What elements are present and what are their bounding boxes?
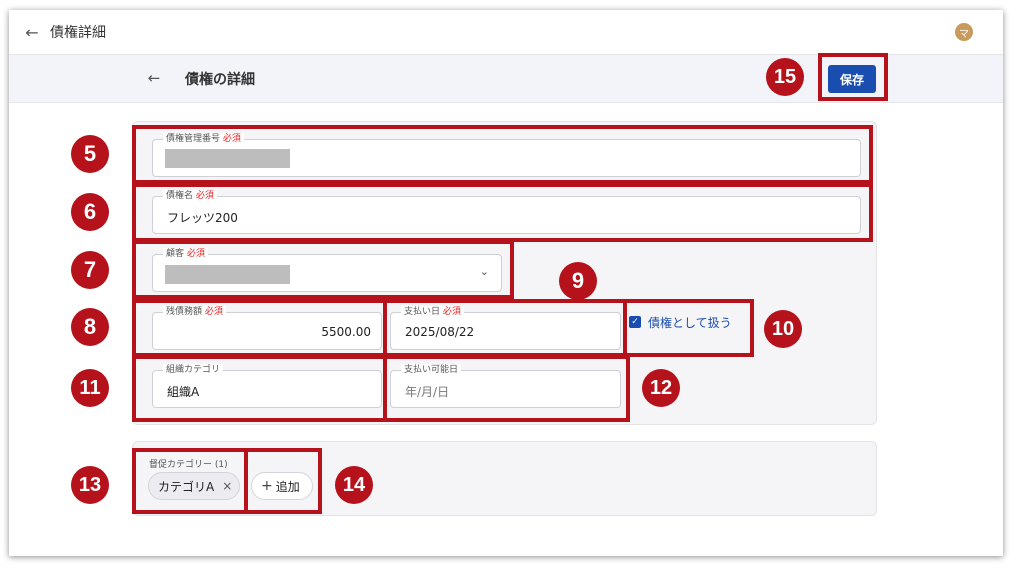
- top-bar: ← 債権詳細 マ: [9, 10, 1003, 55]
- annotation-badge-9: 9: [559, 262, 597, 300]
- highlight-box-5: [132, 125, 873, 184]
- annotation-badge-10: 10: [764, 310, 802, 348]
- highlight-box-13: [132, 448, 248, 514]
- back-arrow-icon[interactable]: ←: [22, 22, 42, 42]
- highlight-box-7: [132, 240, 514, 299]
- highlight-box-11: [132, 355, 387, 422]
- highlight-box-8: [132, 299, 387, 357]
- annotation-badge-12: 12: [642, 369, 680, 407]
- highlight-box-10: [623, 299, 754, 357]
- annotation-badge-5: 5: [71, 135, 109, 173]
- highlight-box-12: [383, 355, 630, 422]
- page-title: 債権の詳細: [185, 72, 255, 88]
- annotation-badge-13: 13: [71, 466, 109, 504]
- highlight-box-9: [383, 299, 627, 357]
- annotation-badge-15: 15: [766, 58, 804, 96]
- back-arrow-icon[interactable]: ←: [143, 67, 165, 89]
- annotation-badge-14: 14: [335, 466, 373, 504]
- annotation-badge-11: 11: [71, 369, 109, 407]
- highlight-box-14: [244, 448, 322, 514]
- app-title: 債権詳細: [50, 25, 106, 41]
- avatar[interactable]: マ: [955, 23, 973, 41]
- highlight-box-6: [132, 183, 873, 242]
- annotation-badge-8: 8: [71, 308, 109, 346]
- annotation-badge-7: 7: [71, 251, 109, 289]
- annotation-badge-6: 6: [71, 193, 109, 231]
- highlight-box-15: [818, 53, 888, 101]
